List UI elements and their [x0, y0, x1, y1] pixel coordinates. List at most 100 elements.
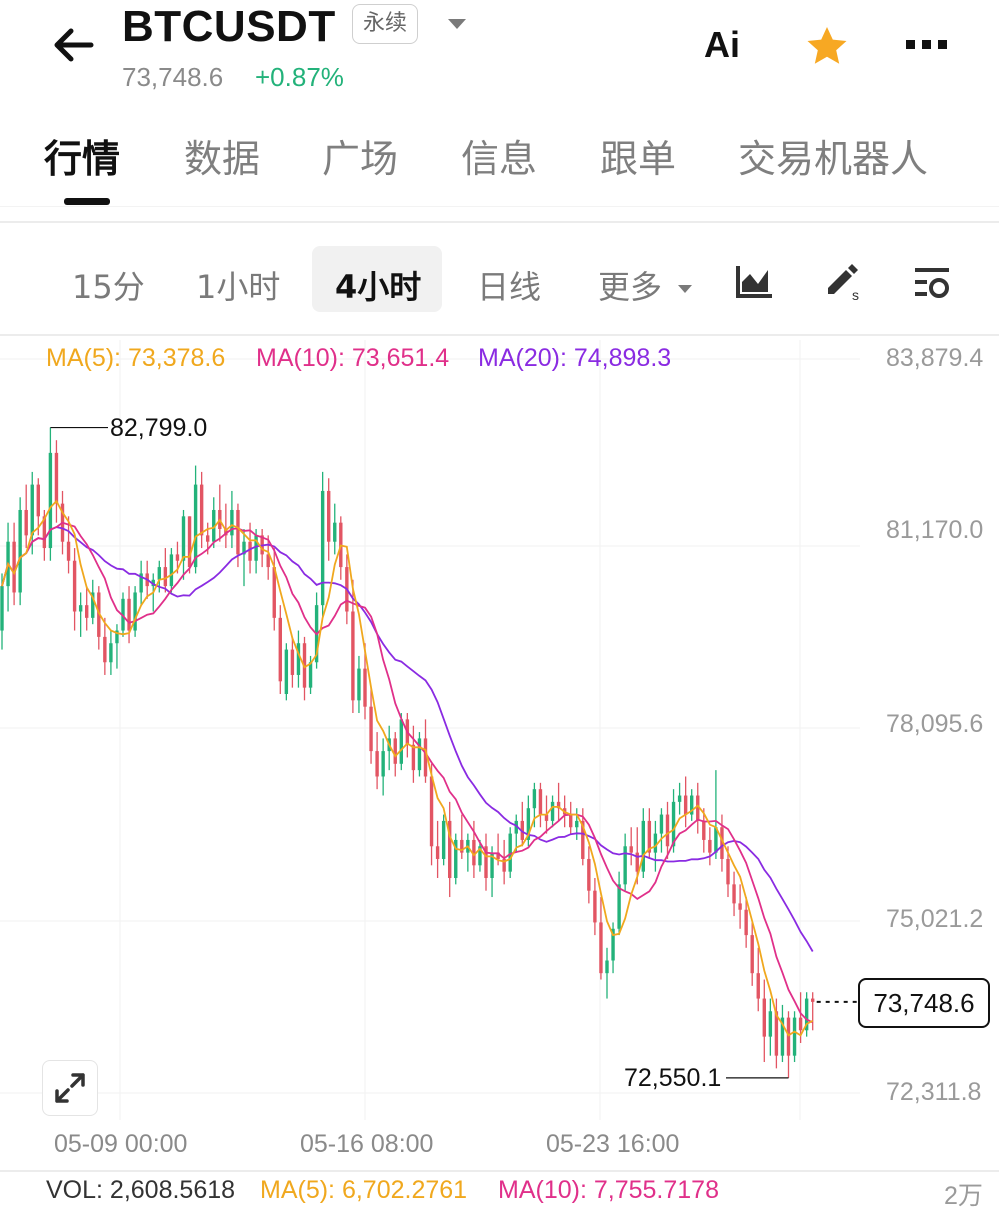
y-tick-label: 81,170.0 — [886, 516, 984, 544]
candle-body — [290, 649, 295, 675]
symbol-title[interactable]: BTCUSDT — [122, 2, 336, 52]
interval-15m[interactable]: 15分 — [72, 262, 145, 308]
candle-body — [677, 795, 682, 802]
tab-data[interactable]: 数据 — [184, 128, 260, 183]
candle-body — [0, 586, 4, 631]
contract-type-badge[interactable]: 永续 — [352, 4, 419, 44]
candle-body — [278, 617, 282, 682]
candle-body — [544, 814, 549, 821]
ma5-legend: MA(5): 73,378.6 — [46, 344, 226, 372]
draw-tool-icon[interactable]: s — [822, 262, 862, 303]
candle-body — [381, 751, 385, 777]
interval-1d[interactable]: 日线 — [477, 262, 541, 308]
candle-body — [587, 858, 591, 891]
interval-more[interactable]: 更多 — [598, 262, 694, 308]
candle-body — [333, 522, 337, 542]
candle-body — [708, 839, 712, 853]
candle-body — [127, 598, 131, 631]
candle-body — [375, 751, 379, 777]
volume-scale: 2万 — [944, 1182, 983, 1210]
interval-4h[interactable]: 4小时 — [335, 262, 421, 308]
candle-body — [85, 605, 89, 618]
candle-body — [78, 605, 83, 612]
candle-body — [441, 820, 446, 859]
tab-info[interactable]: 信息 — [461, 128, 537, 183]
candle-body — [768, 1011, 773, 1037]
expand-icon — [55, 1073, 85, 1103]
y-tick-label: 75,021.2 — [886, 905, 984, 933]
y-tick-label: 72,311.8 — [886, 1078, 982, 1106]
candle-body — [750, 935, 754, 974]
ai-assistant-button[interactable]: Ai — [704, 24, 740, 66]
candle-body — [193, 484, 198, 568]
tab-square[interactable]: 广场 — [322, 128, 398, 183]
tab-copy-trade[interactable]: 跟单 — [600, 128, 676, 183]
candle-body — [308, 662, 313, 688]
candle-body — [157, 567, 161, 580]
x-tick-label: 05-23 16:00 — [546, 1130, 680, 1158]
svg-text:s: s — [852, 287, 859, 302]
candle-body — [163, 567, 168, 587]
dropdown-caret-icon[interactable] — [444, 14, 470, 34]
favorite-button[interactable] — [804, 24, 850, 68]
volume-value: VOL: 2,608.5618 — [46, 1176, 236, 1204]
candle-body — [181, 516, 186, 561]
candle-body — [762, 998, 766, 1037]
candle-body — [187, 516, 192, 568]
y-tick-label: 78,095.6 — [886, 710, 984, 738]
volume-ma10: MA(10): 7,755.7178 — [498, 1176, 719, 1204]
candle-body — [641, 820, 645, 872]
high-price-marker: 82,799.0 — [110, 414, 208, 442]
divider — [0, 206, 999, 207]
indicator-settings-icon[interactable] — [912, 262, 952, 302]
x-tick-label: 05-09 00:00 — [54, 1130, 188, 1158]
candle-body — [393, 738, 397, 764]
candle-body — [665, 814, 670, 847]
candle-body — [411, 744, 416, 771]
candle-body — [726, 858, 730, 885]
candle-body — [351, 611, 355, 701]
last-price: 73,748.6 — [122, 62, 224, 92]
candle-body — [653, 833, 658, 853]
interval-more-label: 更多 — [598, 268, 663, 306]
current-price-tag: 73,748.6 — [858, 978, 990, 1028]
candle-body — [327, 490, 331, 542]
candle-body — [363, 668, 367, 707]
candle-body — [738, 903, 742, 910]
more-options-button[interactable] — [902, 30, 952, 60]
back-button[interactable] — [48, 20, 98, 70]
candle-body — [798, 1017, 803, 1031]
chart-type-icon[interactable] — [734, 262, 774, 302]
candle-body — [659, 814, 664, 834]
candle-body — [683, 795, 688, 815]
candle-body — [30, 484, 34, 536]
candle-body — [605, 960, 609, 974]
candle-body — [199, 484, 204, 536]
candle-body — [109, 643, 113, 663]
candle-body — [12, 541, 16, 593]
candle-body — [786, 1017, 791, 1056]
fullscreen-button[interactable] — [42, 1060, 98, 1116]
more-dots-icon — [906, 40, 947, 49]
candle-body — [417, 738, 422, 771]
interval-1h[interactable]: 1小时 — [196, 262, 280, 308]
candle-body — [429, 776, 434, 847]
candle-body — [593, 890, 597, 923]
divider — [0, 1170, 999, 1172]
tab-trading-bot[interactable]: 交易机器人 — [738, 128, 928, 183]
back-arrow-icon — [54, 28, 94, 62]
divider — [0, 221, 999, 223]
candlestick-chart[interactable] — [0, 336, 999, 1126]
candle-body — [792, 1017, 797, 1056]
candle-body — [284, 649, 289, 694]
tab-market[interactable]: 行情 — [44, 128, 120, 183]
star-icon — [807, 27, 847, 64]
candle-body — [399, 719, 403, 764]
candle-body — [575, 820, 579, 828]
candle-body — [744, 909, 748, 936]
candle-body — [254, 535, 258, 561]
candle-body — [811, 998, 815, 1002]
candle-body — [756, 973, 760, 999]
ma10-legend: MA(10): 73,651.4 — [256, 344, 450, 372]
candle-body — [369, 706, 373, 752]
